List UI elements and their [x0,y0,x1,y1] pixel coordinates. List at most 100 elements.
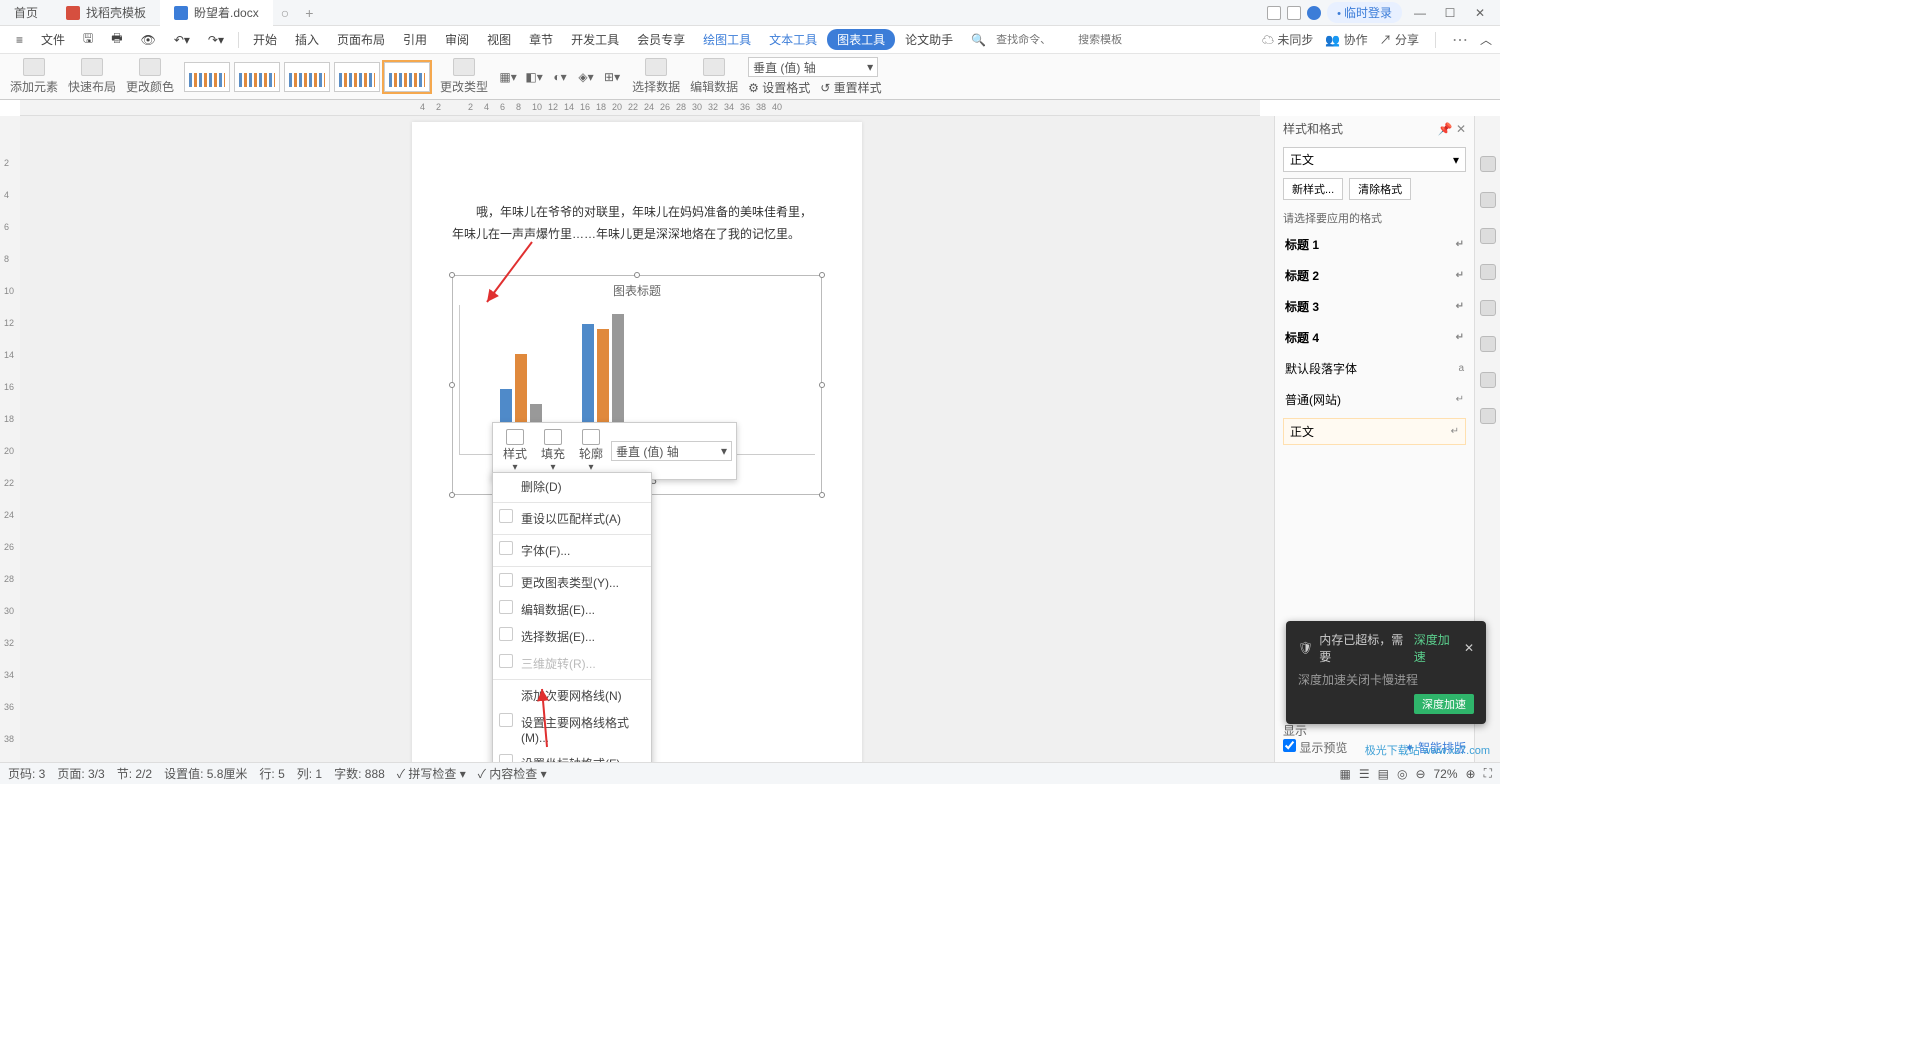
ctx-select-data[interactable]: 选择数据(E)... [493,623,651,650]
ctx-change-type[interactable]: 更改图表类型(Y)... [493,569,651,596]
chart-icon-3[interactable]: ◐▾ [550,67,570,87]
status-col[interactable]: 列: 1 [297,765,322,782]
status-words[interactable]: 字数: 888 [334,765,385,782]
zoom-level[interactable]: 72% [1434,767,1458,781]
menu-view[interactable]: 视图 [479,27,519,52]
speedup-button[interactable]: 深度加速 [1414,694,1474,714]
close-icon[interactable]: ✕ [1468,3,1492,23]
ctx-delete[interactable]: 删除(D) [493,473,651,500]
style-h3[interactable]: 标题 3↵ [1283,294,1466,319]
status-section[interactable]: 节: 2/2 [117,765,152,782]
file-menu[interactable]: 文件 [33,27,73,52]
pin-icon[interactable]: 📌 [1438,122,1453,136]
show-preview-checkbox[interactable]: 显示预览 [1283,741,1347,755]
chart-style-2[interactable] [234,62,280,92]
current-style-dropdown[interactable]: 正文▾ [1283,147,1466,172]
set-format-button[interactable]: ⚙ 设置格式 [748,79,810,96]
chart-style-gallery[interactable] [184,62,430,92]
add-element-button[interactable]: 添加元素 [10,58,58,95]
select-data-button[interactable]: 选择数据 [632,58,680,95]
collapse-ribbon-icon[interactable]: ︿ [1480,31,1492,48]
clear-format-button[interactable]: 清除格式 [1349,178,1411,200]
tab-document[interactable]: 盼望着.docx [160,0,273,26]
maximize-icon[interactable]: ☐ [1438,3,1462,23]
side-icon-4[interactable] [1480,264,1496,280]
style-h1[interactable]: 标题 1↵ [1283,232,1466,257]
more-icon[interactable]: ⋯ [1452,30,1468,50]
change-color-button[interactable]: 更改颜色 [126,58,174,95]
preview-icon[interactable]: 👁 [133,29,164,51]
collab-button[interactable]: 👥 协作 [1325,31,1367,48]
minimize-icon[interactable]: — [1408,3,1432,23]
tab-home[interactable]: 首页 [0,0,52,26]
change-type-button[interactable]: 更改类型 [440,58,488,95]
horizontal-ruler[interactable]: 42246810121416182022242628303234363840 [20,100,1260,116]
speedup-link[interactable]: 深度加速 [1414,631,1458,665]
style-web[interactable]: 普通(网站)↵ [1283,387,1466,412]
chart-style-3[interactable] [284,62,330,92]
status-spellcheck[interactable]: ✓ 拼写检查 ▾ [397,765,466,782]
menu-insert[interactable]: 插入 [287,27,327,52]
reset-format-button[interactable]: ↺ 重置样式 [820,79,881,96]
side-icon-6[interactable] [1480,336,1496,352]
ctx-edit-data[interactable]: 编辑数据(E)... [493,596,651,623]
edit-data-button[interactable]: 编辑数据 [690,58,738,95]
ctx-set-axis[interactable]: 设置坐标轴格式(F)... [493,750,651,762]
ctx-add-gridline[interactable]: 添加次要网格线(N) [493,682,651,709]
chart-style-4[interactable] [334,62,380,92]
side-icon-5[interactable] [1480,300,1496,316]
axis-dropdown[interactable]: 垂直 (值) 轴▾ [748,57,878,77]
menu-text[interactable]: 文本工具 [761,27,825,52]
meeting-icon[interactable] [1307,6,1321,20]
side-icon-1[interactable] [1480,156,1496,172]
mini-axis-dropdown[interactable]: 垂直 (值) 轴▾ [611,441,732,461]
undo-icon[interactable]: ↶▾ [166,29,198,51]
zoom-out-icon[interactable]: ⊖ [1415,767,1425,781]
tab-options-icon[interactable]: ○ [273,5,297,21]
ctx-reset[interactable]: 重设以匹配样式(A) [493,505,651,532]
quick-layout-button[interactable]: 快速布局 [68,58,116,95]
menu-thesis[interactable]: 论文助手 [897,27,961,52]
chart-icon-4[interactable]: ◈▾ [576,67,596,87]
sync-status[interactable]: ☁ 未同步 [1262,31,1313,48]
save-icon[interactable]: 🖫 [75,25,101,54]
chart-icon-5[interactable]: ⊞▾ [602,67,622,87]
menu-layout[interactable]: 页面布局 [329,27,393,52]
vertical-ruler[interactable]: 246810121416182022242628303234363840 [0,116,20,762]
login-badge[interactable]: • 临时登录 [1327,2,1402,23]
tab-add-icon[interactable]: + [297,5,321,21]
search-template-input[interactable] [1078,34,1158,46]
panel-close-icon[interactable]: ✕ [1456,122,1466,136]
new-style-button[interactable]: 新样式... [1283,178,1343,200]
menu-chapter[interactable]: 章节 [521,27,561,52]
grid1-icon[interactable] [1267,6,1281,20]
side-icon-8[interactable] [1480,408,1496,424]
style-default-font[interactable]: 默认段落字体a [1283,356,1466,381]
document-area[interactable]: 246810121416182022242628303234363840 哦，年… [0,116,1274,762]
chart-style-1[interactable] [184,62,230,92]
style-h2[interactable]: 标题 2↵ [1283,263,1466,288]
style-body[interactable]: 正文↵ [1283,418,1466,445]
ctx-set-gridline[interactable]: 设置主要网格线格式(M)... [493,709,651,750]
side-icon-3[interactable] [1480,228,1496,244]
chart-icon-1[interactable]: ▦▾ [498,67,518,87]
mini-fill-button[interactable]: 填充▾ [535,427,571,475]
grid2-icon[interactable] [1287,6,1301,20]
tab-template[interactable]: 找稻壳模板 [52,0,160,26]
menu-vip[interactable]: 会员专享 [629,27,693,52]
style-h4[interactable]: 标题 4↵ [1283,325,1466,350]
mini-style-button[interactable]: 样式▾ [497,427,533,475]
status-page[interactable]: 页码: 3 [8,765,45,782]
status-row[interactable]: 行: 5 [259,765,284,782]
toast-close-icon[interactable]: ✕ [1464,641,1474,655]
menu-start[interactable]: 开始 [245,27,285,52]
share-button[interactable]: ↗ 分享 [1380,31,1419,48]
menu-chart[interactable]: 图表工具 [827,29,895,50]
side-icon-2[interactable] [1480,192,1496,208]
view-mode-3-icon[interactable]: ▤ [1378,767,1389,781]
redo-icon[interactable]: ↷▾ [200,29,232,51]
menu-ref[interactable]: 引用 [395,27,435,52]
search-input[interactable] [996,34,1076,46]
status-pages[interactable]: 页面: 3/3 [57,765,104,782]
chart-icon-2[interactable]: ◧▾ [524,67,544,87]
